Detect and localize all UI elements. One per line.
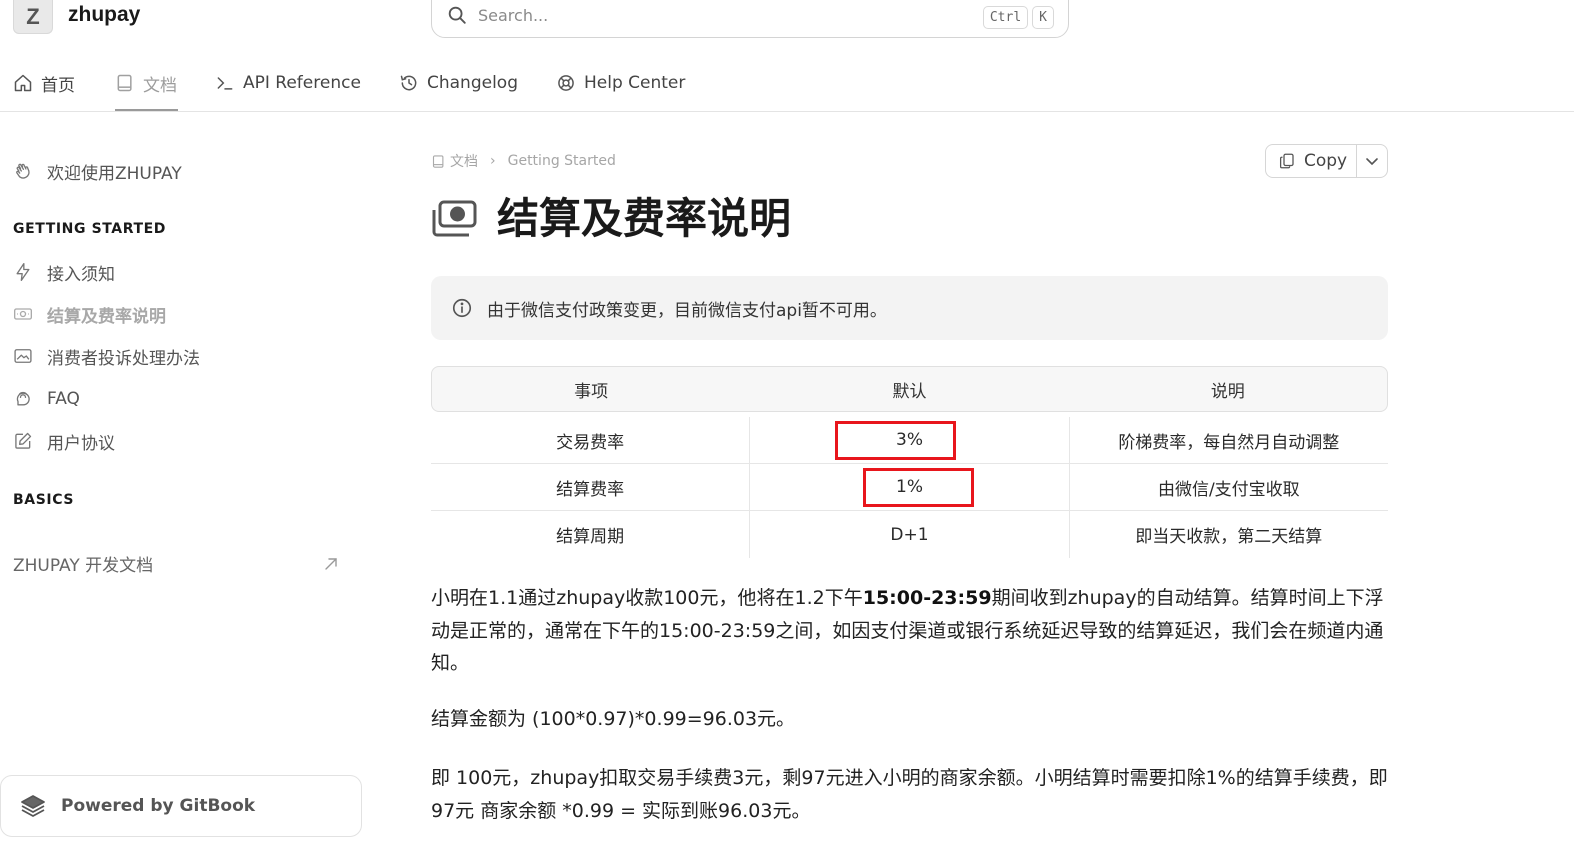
page-title: 结算及费率说明 [497,194,792,243]
bolt-icon [16,263,30,281]
paragraph-bold-text: 15:00-23:59 [862,587,992,609]
home-icon [14,74,32,92]
money-icon [432,200,477,237]
sidebar-item-complaint-handling[interactable]: 消费者投诉处理办法 [13,343,200,369]
table-header: 事项 默认 说明 [431,366,1388,412]
sidebar-item-label: 欢迎使用ZHUPAY [47,163,182,184]
site-logo[interactable]: Z [13,0,53,34]
breadcrumb: 文档 › Getting Started [431,151,616,171]
table-cell: 3% [749,417,1068,463]
sidebar-item-settlement-fees[interactable]: 结算及费率说明 [13,301,166,327]
table-header-cell: 默认 [892,381,927,402]
arrow-up-right-icon [325,557,337,570]
tab-label: Changelog [427,73,519,93]
table-cell: 结算周期 [556,527,625,547]
history-icon [400,75,417,91]
shortcut-key-k: K [1032,6,1054,29]
edit-icon [15,432,32,449]
image-icon [14,349,32,363]
sidebar-section-basics: BASICS [13,492,75,508]
sidebar-item-label: 消费者投诉处理办法 [47,348,200,369]
tab-help-center[interactable]: Help Center [556,70,685,96]
info-hint: 由于微信支付政策变更，目前微信支付api暂不可用。 [431,276,1388,340]
paragraph-fee-breakdown: 即 100元，zhupay扣取交易手续费3元，剩97元进入小明的商家余额。小明结… [431,767,1388,822]
paragraph-text: 小明在1.1通过zhupay收款100元，他将在1.2下午 [431,587,863,609]
powered-by-gitbook[interactable]: Powered by GitBook [0,775,362,837]
info-icon [452,298,472,318]
paragraph-settlement-example: 小明在1.1通过zhupay收款100元，他将在1.2下午15:00-23:59… [431,582,1391,680]
paragraph-settlement-amount: 结算金额为 (100*0.97)*0.99=96.03元。 [431,708,796,730]
breadcrumb-separator-icon: › [490,153,496,169]
external-docs-link[interactable]: ZHUPAY 开发文档 [13,551,338,576]
highlight-box [863,468,975,507]
table-cell: 1% [749,464,1068,510]
table-cell: 由微信/支付宝收取 [1068,464,1388,510]
gitbook-logo-icon [21,795,45,817]
highlight-box [835,421,957,460]
search-shortcut: Ctrl K [982,6,1054,29]
sidebar-item-user-agreement[interactable]: 用户协议 [13,428,115,454]
sidebar-item-label: 用户协议 [47,433,115,454]
sidebar-item-faq[interactable]: FAQ [13,386,80,412]
sidebar-item-label: 结算及费率说明 [47,306,166,327]
shortcut-key-ctrl: Ctrl [982,6,1029,29]
tab-label: API Reference [243,73,361,93]
table-cell: 即当天收款，第二天结算 [1068,511,1388,558]
tab-label: Help Center [584,73,686,93]
table-cell: D+1 [749,511,1068,558]
sidebar-item-integration-notes[interactable]: 接入须知 [13,259,115,285]
chevron-down-icon [1366,158,1378,166]
tab-label: 首页 [41,75,75,96]
sidebar-item-label: FAQ [47,389,80,409]
speech-icon [16,391,30,406]
table-header-cell: 说明 [1210,381,1245,402]
copy-icon [1279,153,1294,169]
hint-text: 由于微信支付政策变更，目前微信支付api暂不可用。 [487,300,887,321]
site-name[interactable]: zhupay [68,3,140,27]
book-icon [117,74,132,92]
table-header-cell: 事项 [574,381,609,402]
tab-changelog[interactable]: Changelog [399,70,518,96]
breadcrumb-item-docs[interactable]: 文档 [450,151,478,171]
powered-by-label: Powered by GitBook [61,796,256,816]
terminal-icon [217,77,233,90]
tab-home[interactable]: 首页 [13,70,75,96]
search-icon [448,6,466,24]
sidebar-item-label: 接入须知 [47,264,115,285]
table-cell: 结算费率 [556,479,625,500]
copy-label: Copy [1304,151,1348,171]
sidebar-section-getting-started: GETTING STARTED [13,221,167,237]
money-icon [14,308,32,320]
table-cell: 交易费率 [556,432,625,453]
tab-api-reference[interactable]: API Reference [215,70,361,96]
table-row: 结算费率 1% 由微信/支付宝收取 [431,464,1388,511]
copy-options-dropdown[interactable] [1357,153,1387,169]
table-row: 交易费率 3% 阶梯费率，每自然月自动调整 [431,417,1388,464]
search-input[interactable]: Search... Ctrl K [431,0,1069,38]
book-icon [432,154,444,168]
tab-docs[interactable]: 文档 [115,70,177,96]
breadcrumb-item-getting-started[interactable]: Getting Started [508,153,616,169]
lifebuoy-icon [558,75,574,91]
tab-label: 文档 [143,75,177,96]
fee-table: 事项 默认 说明 交易费率 3% 阶梯费率，每自然月自动调整 结算费率 1% 由… [431,366,1388,558]
search-placeholder: Search... [478,5,549,25]
sidebar-item-welcome[interactable]: 欢迎使用ZHUPAY [13,158,182,184]
copy-button[interactable]: Copy [1266,145,1357,177]
wave-hand-icon [16,163,30,179]
copy-page-control: Copy [1265,144,1388,178]
active-tab-indicator [115,109,178,111]
logo-letter: Z [26,3,40,29]
external-link-label: ZHUPAY 开发文档 [13,556,154,576]
table-row: 结算周期 D+1 即当天收款，第二天结算 [431,511,1388,558]
table-cell: 阶梯费率，每自然月自动调整 [1068,417,1388,463]
top-tabs: 首页 文档 API Reference Changelog Help Cente… [0,58,1574,112]
